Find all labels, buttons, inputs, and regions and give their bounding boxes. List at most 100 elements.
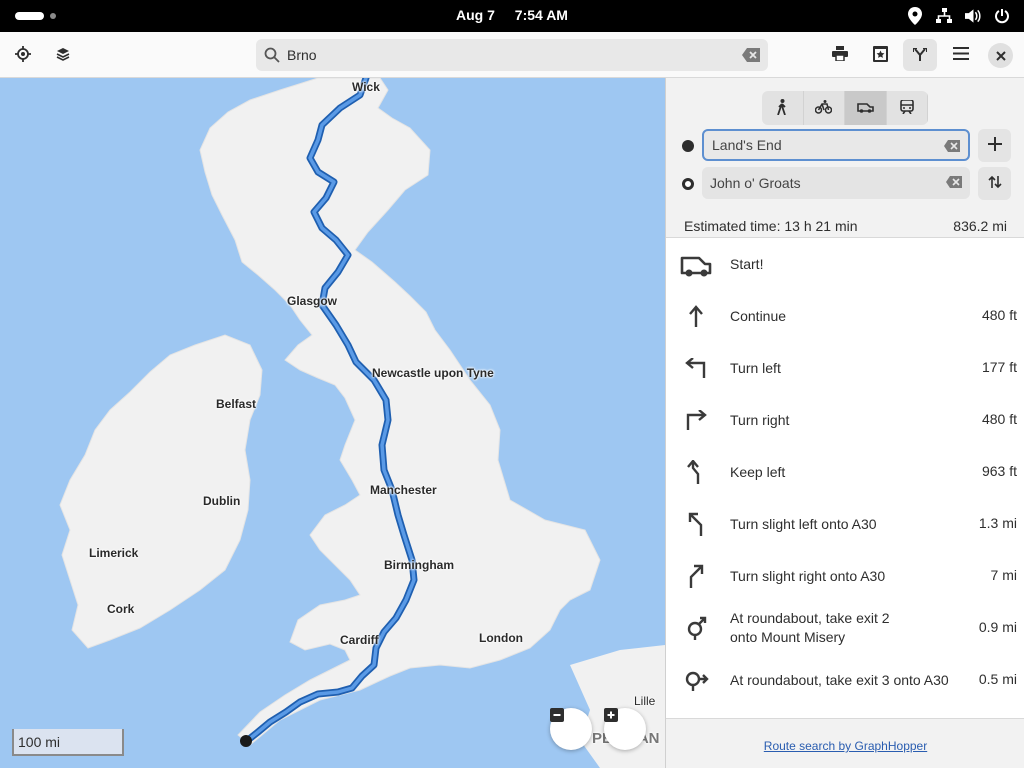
network-icon[interactable]: [936, 6, 952, 26]
map-view[interactable]: Wick Glasgow Newcastle upon Tyne Belfast…: [0, 78, 665, 768]
map-label-glasgow: Glasgow: [287, 294, 338, 308]
destination-input[interactable]: [710, 167, 935, 199]
roundabout-icon: [680, 612, 712, 644]
plus-icon: [987, 137, 1002, 154]
destination-row: [666, 167, 1024, 201]
map-label-birmingham: Birmingham: [384, 558, 455, 572]
zoom-out-button[interactable]: [550, 708, 592, 750]
step-text: Turn slight right onto A30: [730, 568, 886, 584]
total-distance: 836.2 mi: [953, 218, 1007, 234]
close-button[interactable]: [988, 43, 1013, 68]
destination-field[interactable]: [702, 167, 970, 199]
clear-destination-icon[interactable]: [946, 175, 962, 191]
route-step[interactable]: Turn left 177 ft: [666, 342, 1024, 394]
step-text: Start!: [730, 256, 764, 272]
slight-left-icon: [680, 508, 712, 540]
step-text-line1: At roundabout, take exit 2: [730, 610, 890, 626]
reverse-route-button[interactable]: [978, 167, 1011, 200]
clear-origin-icon[interactable]: [944, 139, 960, 155]
map-label-london: London: [479, 631, 523, 645]
turn-right-icon: [680, 404, 712, 436]
roundabout-icon: [680, 664, 712, 696]
clock[interactable]: Aug 7 7:54 AM: [0, 7, 1024, 23]
route-icon: [913, 47, 927, 64]
route-step[interactable]: At roundabout, take exit 2 onto Mount Mi…: [666, 602, 1024, 654]
layers-button[interactable]: [46, 39, 80, 71]
graphhopper-credit-link[interactable]: Route search by GraphHopper: [666, 739, 1024, 753]
step-text: Turn slight left onto A30: [730, 516, 877, 532]
layers-icon: [56, 47, 70, 64]
power-icon[interactable]: [994, 6, 1010, 26]
search-input[interactable]: [287, 39, 727, 71]
locate-button[interactable]: [6, 39, 40, 71]
mode-transit-button[interactable]: [887, 91, 928, 125]
origin-row: [666, 129, 1024, 163]
route-step[interactable]: Start!: [666, 238, 1024, 290]
favorites-button[interactable]: [863, 39, 897, 71]
route-button[interactable]: [903, 39, 937, 71]
route-query-panel: Estimated time: 13 h 21 min 836.2 mi: [666, 78, 1024, 238]
time-label: 7:54 AM: [514, 7, 568, 23]
origin-marker-icon: [682, 140, 694, 152]
route-step[interactable]: Turn slight left onto A30 1.3 mi: [666, 498, 1024, 550]
step-text: Keep left: [730, 464, 786, 480]
map-label-manchester: Manchester: [370, 483, 437, 497]
map-label-belfast: Belfast: [216, 397, 257, 411]
step-distance: 480 ft: [981, 411, 1017, 427]
step-text: At roundabout, take exit 3 onto A30: [730, 672, 949, 688]
transport-mode-selector: [762, 91, 928, 125]
swap-icon: [987, 175, 1002, 192]
estimated-time: Estimated time: 13 h 21 min: [684, 218, 858, 234]
main-menu-button[interactable]: [944, 39, 978, 71]
step-distance: 1.3 mi: [978, 515, 1017, 531]
mode-walk-button[interactable]: [762, 91, 804, 125]
print-button[interactable]: [823, 39, 857, 71]
step-distance: 0.5 mi: [978, 671, 1017, 687]
map-label-wick: Wick: [352, 80, 380, 94]
destination-marker-icon: [682, 178, 694, 190]
turn-left-icon: [680, 352, 712, 384]
step-text: Turn left: [730, 360, 781, 376]
transit-icon: [899, 98, 914, 117]
step-distance: 7 mi: [990, 567, 1017, 583]
car-icon: [856, 100, 874, 116]
origin-input[interactable]: [712, 131, 937, 159]
menu-icon: [953, 47, 969, 63]
step-distance: 963 ft: [981, 463, 1017, 479]
zoom-in-button[interactable]: [604, 708, 646, 750]
map-label-newcastle: Newcastle upon Tyne: [372, 366, 494, 380]
volume-icon[interactable]: [965, 6, 981, 26]
route-step[interactable]: Continue 480 ft: [666, 290, 1024, 342]
mode-bike-button[interactable]: [804, 91, 845, 125]
route-step[interactable]: Turn right 480 ft: [666, 394, 1024, 446]
map-label-limerick: Limerick: [89, 546, 139, 560]
route-step[interactable]: Turn slight right onto A30 7 mi: [666, 550, 1024, 602]
step-text-line2: onto Mount Misery: [730, 629, 846, 645]
mode-car-button[interactable]: [845, 91, 887, 125]
step-text: Turn right: [730, 412, 790, 428]
step-distance: 177 ft: [981, 359, 1017, 375]
add-waypoint-button[interactable]: [978, 129, 1011, 162]
route-step[interactable]: Keep left 963 ft: [666, 446, 1024, 498]
keep-left-icon: [680, 456, 712, 488]
route-instructions-list: Start! Continue 480 ft Turn left 177 ft …: [666, 238, 1024, 718]
route-step[interactable]: At roundabout, take exit 3 onto A30 0.5 …: [666, 654, 1024, 706]
print-icon: [832, 46, 848, 64]
route-sidebar: Estimated time: 13 h 21 min 836.2 mi Sta…: [665, 78, 1024, 768]
origin-field[interactable]: [702, 129, 970, 161]
map-label-cork: Cork: [107, 602, 135, 616]
map-scale: 100 mi: [12, 729, 124, 756]
map-canvas: [59, 78, 665, 768]
map-label-cardiff: Cardiff: [340, 633, 379, 647]
clear-search-icon[interactable]: [742, 48, 760, 65]
credit-bar: Route search by GraphHopper: [666, 718, 1024, 768]
step-distance: 0.9 mi: [978, 619, 1017, 635]
search-bar[interactable]: [256, 39, 768, 71]
location-icon[interactable]: [907, 6, 923, 26]
date-label: Aug 7: [456, 7, 495, 23]
arrow-up-icon: [680, 300, 712, 332]
locate-icon: [15, 45, 31, 65]
map-label-lille: Lille: [634, 694, 656, 708]
step-text: At roundabout, take exit 2 onto Mount Mi…: [730, 609, 890, 647]
system-top-bar: Aug 7 7:54 AM: [0, 0, 1024, 32]
